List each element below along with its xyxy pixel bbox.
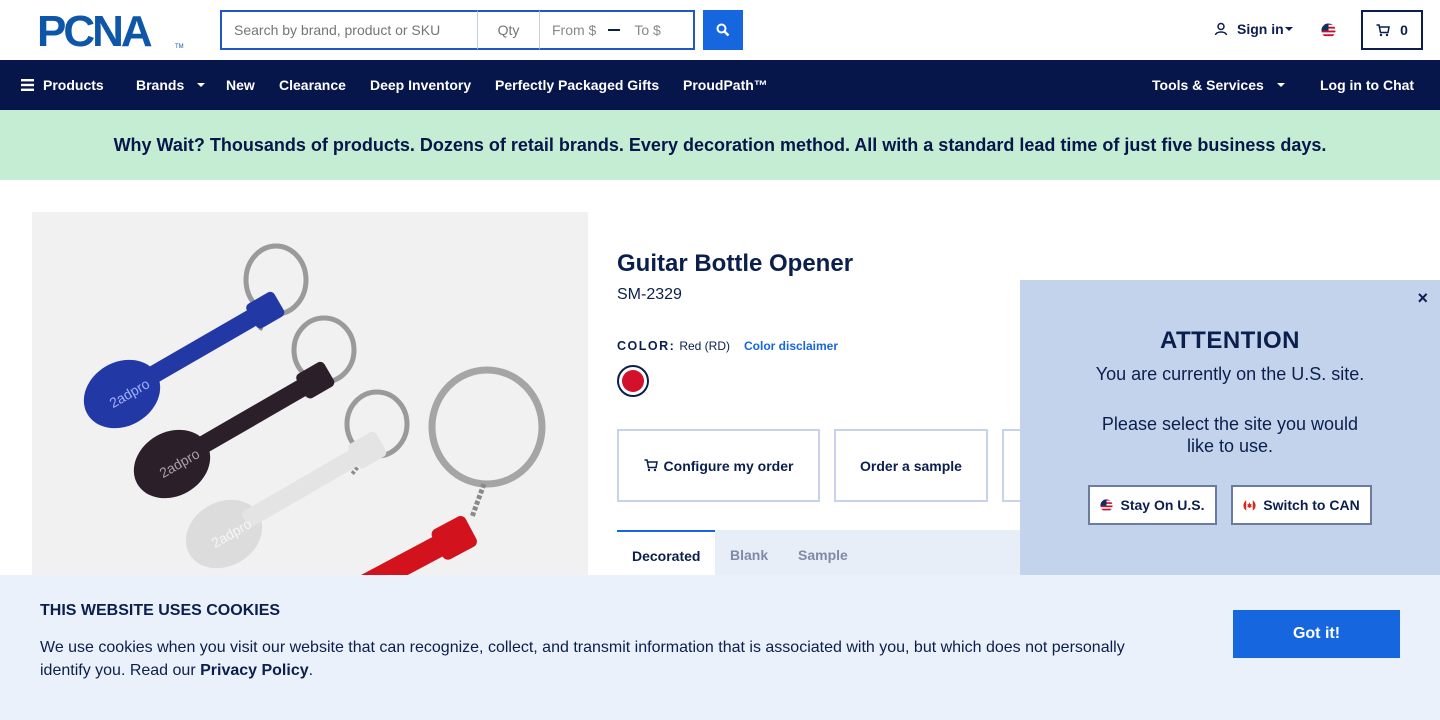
- order-sample-button[interactable]: Order a sample: [834, 429, 988, 502]
- tab-decorated[interactable]: Decorated: [617, 530, 716, 580]
- color-row: COLOR: Red (RD) Color disclaimer: [617, 339, 838, 353]
- cart-icon: [1376, 23, 1390, 36]
- nav-new[interactable]: New: [226, 60, 255, 110]
- stay-us-button[interactable]: Stay On U.S.: [1088, 485, 1217, 525]
- color-disclaimer-link[interactable]: Color disclaimer: [744, 339, 838, 353]
- color-value: Red (RD): [679, 339, 730, 353]
- nav-clearance[interactable]: Clearance: [279, 60, 346, 110]
- configure-order-button[interactable]: Configure my order: [617, 429, 820, 502]
- tab-sample-label: Sample: [798, 547, 848, 563]
- pcna-logo[interactable]: PCNA TM: [37, 10, 185, 50]
- us-flag-icon: [1100, 498, 1114, 512]
- nav-deep-inventory[interactable]: Deep Inventory: [370, 60, 471, 110]
- user-icon: [1214, 22, 1228, 36]
- cookie-banner: THIS WEBSITE USES COOKIES We use cookies…: [0, 575, 1440, 720]
- search-input[interactable]: [220, 10, 478, 50]
- nav-products[interactable]: Products: [21, 60, 104, 110]
- nav-proudpath[interactable]: ProudPath™: [683, 60, 768, 110]
- nav-chat-label: Log in to Chat: [1320, 77, 1415, 93]
- configure-order-label: Configure my order: [663, 457, 794, 474]
- top-header: PCNA TM From $ To $ Sign in: [0, 0, 1440, 60]
- qty-input[interactable]: [478, 10, 540, 50]
- close-icon[interactable]: ×: [1417, 288, 1428, 309]
- color-swatch-red[interactable]: [617, 365, 649, 397]
- nav-chat[interactable]: Log in to Chat: [1320, 60, 1414, 110]
- attention-current-site: You are currently on the U.S. site.: [1095, 364, 1365, 384]
- search-icon: [716, 23, 730, 37]
- chevron-down-icon: [1284, 27, 1293, 31]
- menu-icon: [21, 79, 34, 91]
- color-label: COLOR:: [617, 339, 676, 353]
- promo-banner: Why Wait? Thousands of products. Dozens …: [0, 110, 1440, 180]
- nav-new-label: New: [226, 77, 255, 93]
- order-sample-label: Order a sample: [860, 457, 962, 474]
- nav-gifts[interactable]: Perfectly Packaged Gifts: [495, 60, 659, 110]
- svg-text:TM: TM: [175, 44, 184, 50]
- nav-gifts-label: Perfectly Packaged Gifts: [495, 77, 660, 93]
- nav-deep-inventory-label: Deep Inventory: [370, 77, 472, 93]
- attention-instruction: Please select the site you would like to…: [1101, 414, 1359, 456]
- stay-us-label: Stay On U.S.: [1120, 497, 1205, 513]
- site-selector-modal: × ATTENTION You are currently on the U.S…: [1020, 280, 1440, 575]
- pcna-logo-mark: PCNA TM: [37, 10, 184, 50]
- search-button[interactable]: [703, 10, 743, 50]
- switch-can-button[interactable]: Switch to CAN: [1231, 485, 1372, 525]
- tab-blank-label: Blank: [730, 547, 769, 563]
- us-flag-icon[interactable]: [1321, 23, 1336, 43]
- nav-clearance-label: Clearance: [279, 77, 346, 93]
- cookie-message: We use cookies when you visit our websit…: [40, 636, 1140, 682]
- promo-banner-text: Why Wait? Thousands of products. Dozens …: [113, 134, 1327, 155]
- sign-in-label: Sign in: [1237, 21, 1284, 37]
- attention-title: ATTENTION: [1159, 327, 1301, 354]
- main-nav: Products Brands New Clearance Deep Inven…: [0, 60, 1440, 110]
- cart-icon: [644, 459, 658, 472]
- switch-can-label: Switch to CAN: [1263, 497, 1360, 513]
- logo-text: PCNA: [37, 10, 152, 50]
- search-group: From $ To $: [220, 10, 743, 50]
- price-to-field[interactable]: To $: [634, 22, 660, 38]
- tab-blank[interactable]: Blank: [730, 530, 768, 580]
- price-from-field[interactable]: From $: [552, 22, 596, 38]
- nav-brands-label: Brands: [136, 77, 185, 93]
- price-range-dash: [608, 29, 621, 31]
- nav-products-label: Products: [43, 77, 104, 93]
- product-title: Guitar Bottle Opener: [617, 250, 854, 277]
- tab-sample[interactable]: Sample: [798, 530, 848, 580]
- price-range[interactable]: From $ To $: [540, 10, 695, 50]
- tab-decorated-label: Decorated: [632, 548, 701, 564]
- chevron-down-icon: [197, 83, 206, 87]
- cart-button[interactable]: 0: [1361, 10, 1423, 50]
- cookie-suffix: .: [308, 662, 314, 679]
- product-image[interactable]: 2adpro 2adpro 2adpro: [32, 212, 588, 612]
- nav-proudpath-label: ProudPath™: [683, 77, 768, 93]
- guitar-bottle-opener-image: 2adpro 2adpro 2adpro: [83, 243, 546, 612]
- cart-count: 0: [1400, 22, 1408, 38]
- privacy-policy-link[interactable]: Privacy Policy: [200, 662, 309, 679]
- canada-flag-icon: [1243, 498, 1256, 512]
- accept-cookies-button[interactable]: Got it!: [1233, 610, 1400, 658]
- swatch-fill: [622, 370, 644, 392]
- nav-tools-services[interactable]: Tools & Services: [1152, 60, 1285, 110]
- nav-tools-label: Tools & Services: [1152, 77, 1264, 93]
- nav-brands[interactable]: Brands: [136, 60, 206, 110]
- product-sku: SM-2329: [617, 286, 682, 303]
- chevron-down-icon: [1276, 83, 1285, 87]
- cookie-title: THIS WEBSITE USES COOKIES: [40, 602, 281, 619]
- sign-in-button[interactable]: Sign in: [1214, 21, 1293, 37]
